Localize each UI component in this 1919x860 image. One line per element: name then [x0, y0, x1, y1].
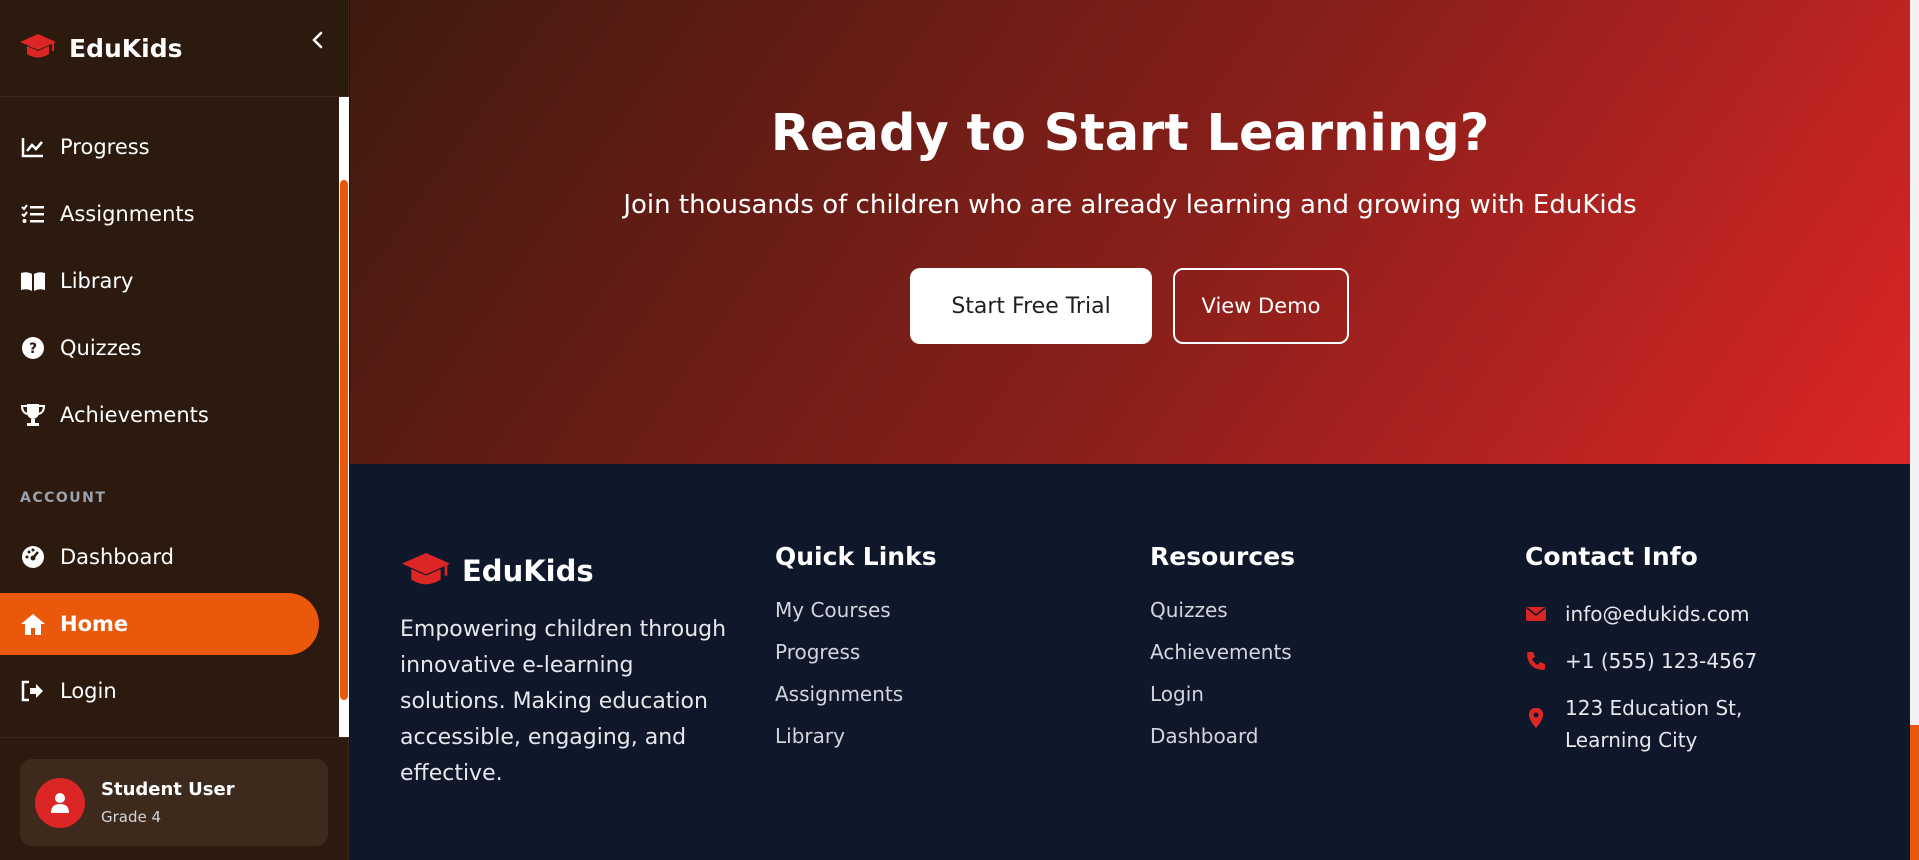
sidebar-section-account: ACCOUNT	[20, 490, 107, 506]
footer-description: Empowering children through innovative e…	[400, 617, 727, 786]
sidebar-item-achievements[interactable]: Achievements	[0, 384, 319, 446]
sidebar-item-progress[interactable]: Progress	[0, 116, 319, 178]
sidebar-item-login[interactable]: Login	[0, 660, 319, 722]
user-card[interactable]: Student User Grade 4	[20, 759, 328, 846]
sidebar-item-label: Login	[60, 679, 117, 703]
contact-email-text[interactable]: info@edukids.com	[1565, 598, 1835, 630]
graduation-cap-icon	[19, 31, 57, 65]
contact-email: info@edukids.com	[1525, 602, 1835, 630]
footer-quick-links: Quick Links My Courses Progress Assignme…	[775, 542, 937, 748]
sidebar-item-label: Home	[60, 612, 129, 636]
user-grade: Grade 4	[101, 808, 162, 826]
sign-in-icon	[20, 678, 46, 704]
collapse-sidebar-button[interactable]	[306, 28, 330, 52]
footer-column-title: Resources	[1150, 542, 1296, 571]
sidebar-brand[interactable]: EduKids	[69, 34, 183, 63]
phone-icon	[1525, 650, 1547, 672]
gauge-icon	[20, 544, 46, 570]
footer-link-my-courses[interactable]: My Courses	[775, 598, 891, 622]
hero-subtitle: Join thousands of children who are alrea…	[623, 190, 1637, 220]
user-icon	[51, 792, 69, 813]
footer-contact: Contact Info info@edukids.com +1 (555) 1…	[1525, 542, 1757, 752]
footer-brand-text: EduKids	[462, 554, 594, 588]
book-open-icon	[20, 268, 46, 294]
footer-column-title: Quick Links	[775, 542, 937, 571]
footer-link-login[interactable]: Login	[1150, 682, 1204, 706]
footer-link-library[interactable]: Library	[775, 724, 845, 748]
footer-link-assignments[interactable]: Assignments	[775, 682, 903, 706]
sidebar-scrollbar-thumb[interactable]	[340, 180, 348, 700]
trophy-icon	[20, 402, 46, 428]
map-marker-icon	[1525, 707, 1547, 729]
site-footer: EduKids Empowering children through inno…	[350, 464, 1910, 860]
user-name: Student User	[101, 779, 235, 800]
footer-brand[interactable]: EduKids	[400, 549, 594, 593]
sidebar-item-label: Dashboard	[60, 545, 174, 569]
sidebar-item-home[interactable]: Home	[0, 593, 319, 655]
avatar	[35, 777, 85, 828]
cta-hero: Ready to Start Learning? Join thousands …	[350, 0, 1910, 464]
chevron-left-icon	[312, 31, 323, 49]
envelope-icon	[1525, 603, 1547, 625]
sidebar-item-label: Assignments	[60, 202, 195, 226]
contact-phone: +1 (555) 123-4567	[1525, 649, 1835, 677]
sidebar-item-label: Achievements	[60, 403, 209, 427]
footer-link-dashboard[interactable]: Dashboard	[1150, 724, 1259, 748]
contact-address: 123 Education St, Learning City	[1525, 696, 1835, 756]
sidebar-item-quizzes[interactable]: ? Quizzes	[0, 317, 319, 379]
page-scrollbar-thumb[interactable]	[1910, 725, 1919, 860]
hero-title: Ready to Start Learning?	[770, 104, 1490, 163]
start-free-trial-button[interactable]: Start Free Trial	[910, 268, 1152, 344]
contact-phone-text[interactable]: +1 (555) 123-4567	[1565, 645, 1835, 677]
footer-link-progress[interactable]: Progress	[775, 640, 860, 664]
sidebar: EduKids Progress Assignments Library ? Q…	[0, 0, 349, 860]
graduation-cap-icon	[400, 549, 452, 593]
footer-link-quizzes[interactable]: Quizzes	[1150, 598, 1228, 622]
sidebar-item-dashboard[interactable]: Dashboard	[0, 526, 319, 588]
sidebar-item-label: Quizzes	[60, 336, 142, 360]
footer-link-achievements[interactable]: Achievements	[1150, 640, 1292, 664]
sidebar-nav: Progress Assignments Library ? Quizzes A…	[0, 97, 339, 737]
chart-line-icon	[20, 134, 46, 160]
view-demo-button[interactable]: View Demo	[1173, 268, 1349, 344]
list-check-icon	[20, 201, 46, 227]
sidebar-item-library[interactable]: Library	[0, 250, 319, 312]
contact-address-text: 123 Education St, Learning City	[1565, 696, 1743, 752]
sidebar-footer: Student User Grade 4	[0, 737, 349, 860]
sidebar-header: EduKids	[0, 0, 348, 97]
home-icon	[20, 611, 46, 637]
sidebar-item-assignments[interactable]: Assignments	[0, 183, 319, 245]
footer-resources: Resources Quizzes Achievements Login Das…	[1150, 542, 1296, 748]
sidebar-item-label: Progress	[60, 135, 150, 159]
sidebar-item-label: Library	[60, 269, 134, 293]
svg-text:?: ?	[29, 341, 37, 357]
question-circle-icon: ?	[20, 335, 46, 361]
footer-column-title: Contact Info	[1525, 542, 1698, 571]
